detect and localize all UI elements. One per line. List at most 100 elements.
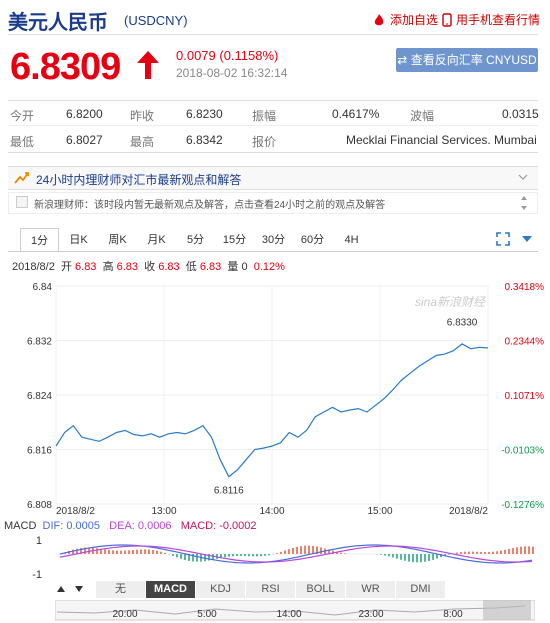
macd-bar (504, 549, 506, 554)
expand-down-icon[interactable] (74, 584, 84, 594)
macd-bar (528, 546, 530, 554)
macd-bar (468, 551, 470, 554)
tab-period[interactable]: 15分 (215, 228, 254, 252)
pct-axis: 0.3418% 0.2344% 0.1071% -0.0103% -0.1276% (501, 282, 544, 511)
macd-bar (396, 554, 398, 559)
tab-period[interactable]: 周K (98, 228, 137, 252)
collapse-up-icon[interactable] (56, 584, 66, 594)
macd-bar (288, 549, 290, 554)
watermark: sina新浪财经 (415, 295, 487, 309)
macd-bar (264, 554, 266, 556)
dropdown-icon[interactable] (520, 232, 534, 246)
macd-bar (520, 546, 522, 554)
phone-icon (442, 12, 452, 27)
macd-bar (144, 549, 146, 554)
y-tick: 6.832 (27, 337, 52, 348)
x-tick: 2018/8/2 (56, 506, 95, 517)
macd-bar (268, 554, 270, 556)
macd-bar (240, 554, 242, 557)
scroll-arrows-icon[interactable] (520, 194, 528, 212)
chart-annotations: 6.8330 6.8116 (214, 318, 478, 497)
tab-indicator[interactable]: DMI (396, 581, 446, 598)
macd-bar (248, 554, 250, 557)
tab-period[interactable]: 日K (59, 228, 98, 252)
add-watch-button[interactable]: 添加自选 (372, 11, 438, 28)
tab-period[interactable]: 30分 (254, 228, 293, 252)
stat-low-value: 6.8027 (66, 133, 103, 147)
tab-indicator[interactable]: 无 (96, 581, 146, 598)
macd-bar (96, 548, 98, 554)
y-axis: 6.84 6.832 6.824 6.816 6.808 (27, 282, 52, 511)
macd-bar (184, 554, 186, 560)
arrow-up-icon (137, 51, 159, 79)
macd-bar (132, 550, 134, 554)
pct-tick: -0.1276% (501, 500, 544, 511)
macd-bar (228, 554, 230, 557)
macd-bar (224, 554, 226, 558)
stat-quoter-value: Mecklai Financial Services. Mumbai (346, 133, 537, 147)
fullscreen-icon[interactable] (496, 232, 510, 246)
macd-bar (408, 554, 410, 562)
tab-period[interactable]: 4H (332, 228, 371, 252)
navigator-tick: 23:00 (358, 609, 383, 620)
macd-bar (480, 551, 482, 554)
macd-bar (500, 550, 502, 554)
info-date: 2018/8/2 (12, 261, 55, 273)
tab-indicator[interactable]: RSI (246, 581, 296, 598)
macd-bar (160, 551, 162, 554)
page-title: 美元人民币 (8, 10, 108, 34)
annotation-label: 6.8116 (214, 485, 244, 496)
macd-bar (260, 554, 262, 557)
macd-bar (128, 550, 130, 554)
navigator-handle (483, 600, 531, 620)
macd-bar (176, 554, 178, 558)
tab-indicator[interactable]: KDJ (196, 581, 246, 598)
stat-quoter: 报价 (252, 135, 277, 149)
price-chart[interactable]: sina新浪财经 6.84 6.832 6.824 6.816 6.808 0.3418… (0, 276, 550, 521)
macd-bar (256, 554, 258, 557)
chevron-down-icon[interactable] (518, 173, 528, 181)
tab-indicator[interactable]: BOLL (296, 581, 346, 598)
x-tick: 13:00 (151, 506, 176, 517)
mobile-view-label: 用手机查看行情 (456, 13, 541, 27)
stats-mid-divider (8, 125, 538, 126)
macd-bar (420, 554, 422, 563)
time-navigator[interactable]: 20:00 5:00 14:00 23:00 8:00 (55, 600, 535, 622)
macd-bar (460, 552, 462, 554)
news-title[interactable]: 24小时内理财师对汇市最新观点和解答 (36, 171, 241, 188)
macd-bar (400, 554, 402, 560)
macd-bar (388, 554, 390, 557)
tab-period[interactable]: 5分 (176, 228, 215, 252)
y-tick: 6.824 (27, 391, 52, 402)
macd-bar (448, 554, 450, 555)
tab-indicator[interactable]: WR (346, 581, 396, 598)
macd-bar (424, 554, 426, 562)
indicator-tabs: 无 MACD KDJ RSI BOLL WR DMI (96, 581, 446, 598)
macd-bar (492, 551, 494, 554)
y-tick: 6.84 (33, 282, 53, 293)
macd-ytick-top: 1 (36, 535, 42, 547)
stats-top-divider (8, 100, 538, 101)
macd-bar (340, 552, 342, 554)
x-axis: 2018/8/2 13:00 14:00 15:00 2018/8/2 (56, 506, 488, 517)
macd-bar (412, 554, 414, 563)
macd-bar (108, 549, 110, 554)
x-tick: 15:00 (367, 506, 392, 517)
tab-period[interactable]: 月K (137, 228, 176, 252)
macd-bar (104, 549, 106, 554)
mobile-view-button[interactable]: 用手机查看行情 (442, 11, 540, 28)
macd-bar (172, 554, 174, 556)
macd-bar (416, 554, 418, 563)
reverse-rate-button[interactable]: ⇄ 查看反向汇率 CNYUSD (396, 48, 538, 72)
macd-bar (380, 554, 382, 555)
navigator-tick: 5:00 (197, 609, 217, 620)
macd-bar (512, 548, 514, 554)
stat-open: 今开 (10, 109, 35, 123)
stats-bottom-divider (8, 152, 538, 153)
tab-indicator[interactable]: MACD (146, 581, 196, 598)
macd-bar (196, 554, 198, 562)
pct-tick: 0.3418% (505, 282, 545, 293)
tab-period[interactable]: 1分 (20, 228, 59, 252)
tab-period[interactable]: 60分 (293, 228, 332, 252)
stat-low: 最低 (10, 135, 35, 149)
